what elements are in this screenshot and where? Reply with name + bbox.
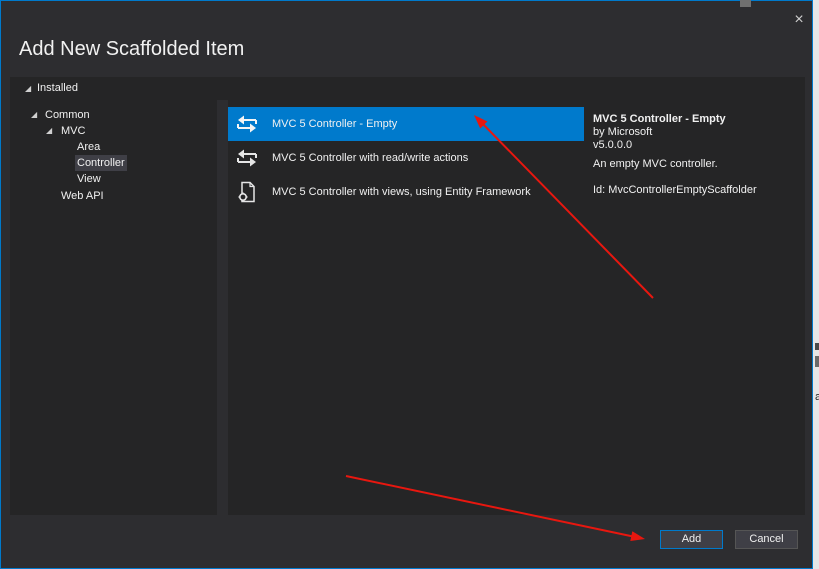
tree-item-label: Controller [75,155,127,171]
controller-with-views-icon [238,181,255,203]
template-item-controller-read-write[interactable]: MVC 5 Controller with read/write actions [228,141,584,175]
close-icon[interactable]: × [791,11,807,29]
background-scrollbar-fragment [740,0,751,7]
tree-item-label: Common [45,109,90,121]
tree-item-web-api[interactable]: Web API [10,188,217,204]
tree-item-common[interactable]: ◢ Common [10,107,217,123]
details-title: MVC 5 Controller - Empty [593,113,726,125]
template-item-controller-empty[interactable]: MVC 5 Controller - Empty [228,107,584,141]
details-author: by Microsoft [593,126,653,138]
scaffold-template-list: MVC 5 Controller - Empty MVC 5 Controlle… [228,100,584,515]
installed-label: Installed [37,82,78,94]
controller-icon [237,115,257,133]
installed-header[interactable]: ◢ Installed [10,77,805,100]
add-scaffold-dialog: Add New Scaffolded Item × ◢ Installed ◢ … [0,0,813,569]
details-id: Id: MvcControllerEmptyScaffolder [593,184,757,196]
expanded-triangle-icon[interactable]: ◢ [25,77,31,100]
background-window-fragment [815,356,819,367]
tree-item-mvc[interactable]: ◢ MVC [10,123,217,139]
controller-icon [237,149,257,167]
category-tree: ◢ Common ◢ MVC Area Controller View Web … [10,100,217,515]
template-label: MVC 5 Controller with read/write actions [272,152,469,164]
background-window-fragment [815,343,819,350]
tree-item-label: MVC [61,125,86,137]
cancel-button[interactable]: Cancel [735,530,798,549]
tree-item-area[interactable]: Area [10,139,217,155]
details-description: An empty MVC controller. [593,158,718,170]
expanded-triangle-icon[interactable]: ◢ [46,123,52,139]
template-details-panel: MVC 5 Controller - Empty by Microsoft v5… [584,100,805,515]
background-text-fragment: a [815,391,819,403]
tree-item-label: Area [77,141,101,153]
expanded-triangle-icon[interactable]: ◢ [31,107,37,123]
add-button[interactable]: Add [660,530,723,549]
tree-item-view[interactable]: View [10,171,217,187]
dialog-title: Add New Scaffolded Item [19,38,245,60]
tree-item-controller[interactable]: Controller [10,155,217,171]
tree-item-label: View [77,173,101,185]
template-item-controller-views-ef[interactable]: MVC 5 Controller with views, using Entit… [228,175,584,209]
tree-item-label: Web API [61,190,104,202]
template-label: MVC 5 Controller with views, using Entit… [272,186,531,198]
details-version: v5.0.0.0 [593,139,633,151]
template-label: MVC 5 Controller - Empty [272,118,398,130]
